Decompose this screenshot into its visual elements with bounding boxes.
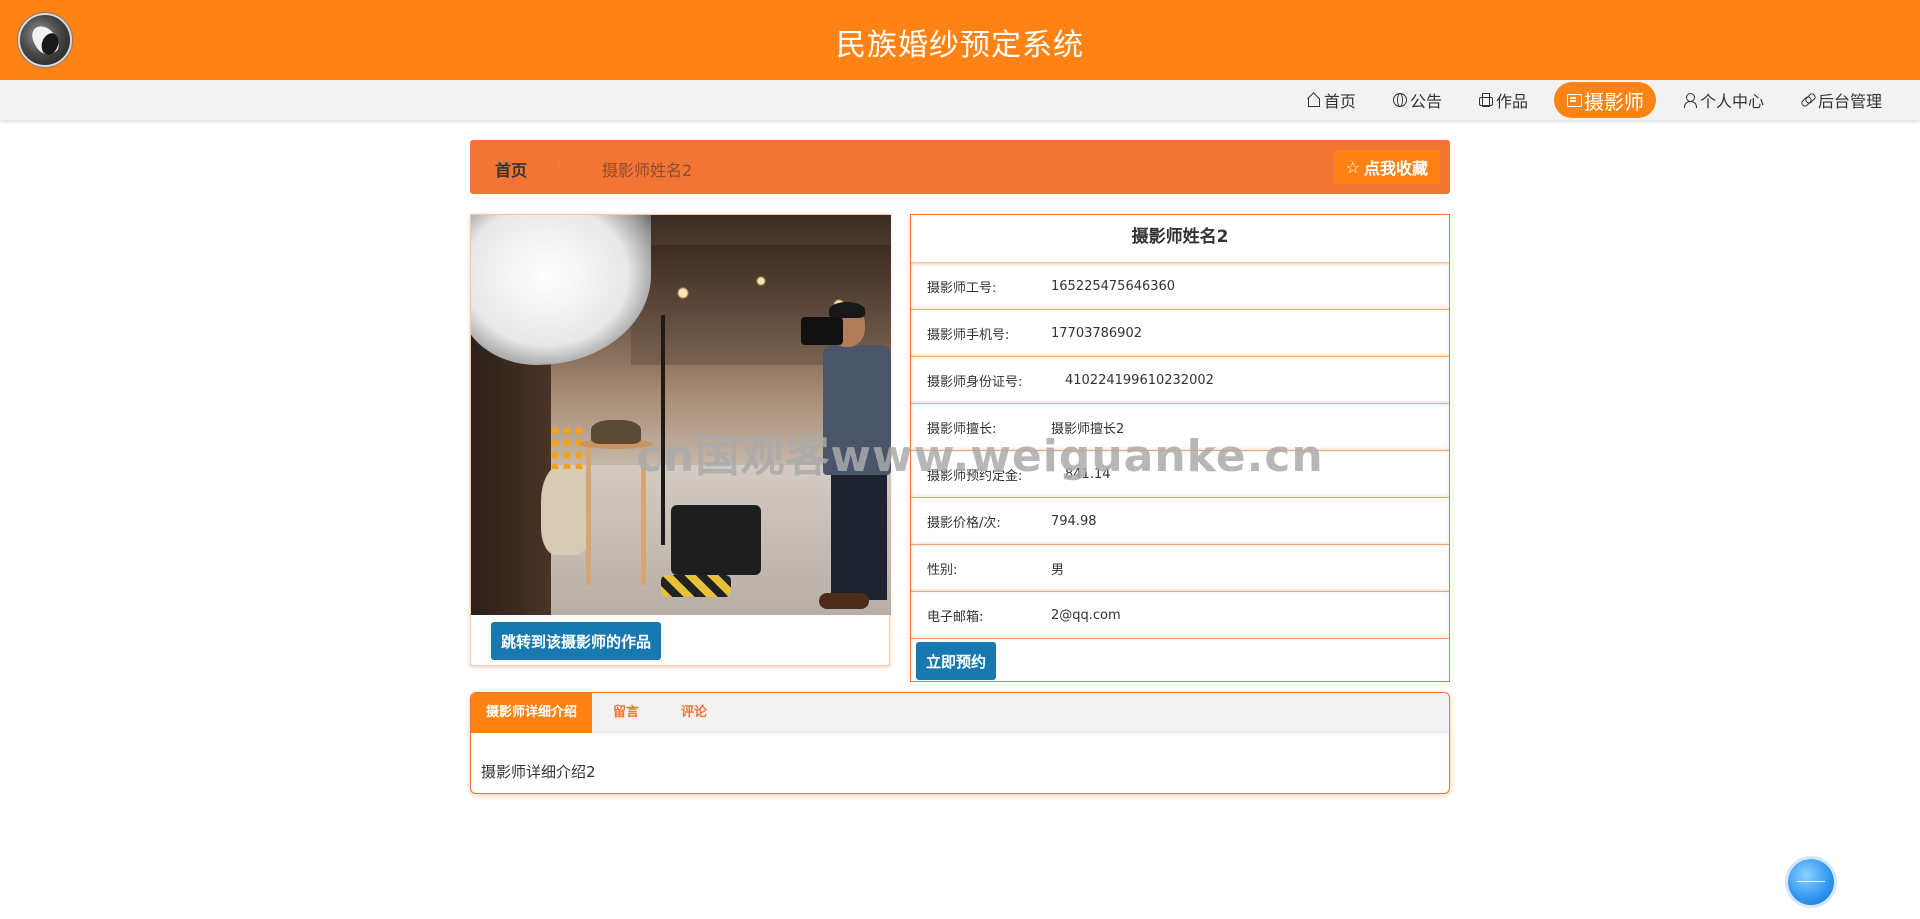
nav-label: 后台管理 [1817, 92, 1882, 111]
info-value: 165225475646360 [1051, 278, 1176, 294]
info-value: 841.14 [1065, 466, 1111, 482]
info-value: 17703786902 [1051, 325, 1142, 341]
info-label: 摄影师工号: [927, 280, 997, 296]
photographer-photo [471, 215, 891, 615]
view-works-button[interactable]: 跳转到该摄影师的作品 [491, 622, 662, 660]
tab-introduction[interactable]: 摄影师详细介绍 [471, 693, 593, 733]
star-icon: ☆ [1345, 157, 1360, 177]
info-value: 摄影师擅长2 [1051, 421, 1125, 437]
info-label: 摄影师身份证号: [927, 374, 1023, 390]
photo-panel: 跳转到该摄影师的作品 [470, 214, 891, 666]
info-value: 794.98 [1051, 513, 1097, 529]
tabs-panel: 摄影师详细介绍 留言 评论 摄影师详细介绍2 [470, 692, 1450, 794]
photographer-name: 摄影师姓名2 [911, 215, 1449, 263]
info-row-phone: 摄影师手机号: 17703786902 [911, 310, 1449, 357]
info-row-id: 摄影师工号: 165225475646360 [911, 263, 1449, 310]
card-icon [1566, 92, 1582, 108]
main-nav: 首页 公告 作品 摄影师 个人中心 后台管理 [1288, 80, 1900, 120]
info-value: 2@qq.com [1051, 607, 1121, 623]
info-label: 电子邮箱: [927, 609, 984, 625]
top-header: 民族婚纱预定系统 [0, 0, 1920, 80]
info-row-price: 摄影价格/次: 794.98 [911, 498, 1449, 545]
tab-messages[interactable]: 留言 [592, 693, 660, 733]
nav-label: 个人中心 [1699, 92, 1764, 111]
book-now-button[interactable]: 立即预约 [916, 642, 997, 680]
info-row-deposit: 摄影师预约定金: 841.14 [911, 451, 1449, 498]
tab-content: 摄影师详细介绍2 [481, 763, 596, 781]
print-icon [1478, 92, 1494, 108]
nav-item-photographer[interactable]: 摄影师 [1553, 82, 1656, 118]
nav-label: 公告 [1409, 92, 1442, 111]
nav-label: 首页 [1323, 92, 1356, 111]
detail-panel: 摄影师姓名2 摄影师工号: 165225475646360 摄影师手机号: 17… [910, 214, 1450, 682]
nav-label: 作品 [1495, 92, 1528, 111]
info-label: 摄影师擅长: [927, 421, 997, 437]
info-label: 性别: [927, 562, 958, 578]
tab-strip: 摄影师详细介绍 留言 评论 [471, 693, 1449, 733]
site-title: 民族婚纱预定系统 [836, 28, 1084, 63]
nav-item-works[interactable]: 作品 [1460, 82, 1546, 118]
info-label: 摄影价格/次: [927, 515, 1001, 531]
nav-bar: 首页 公告 作品 摄影师 个人中心 后台管理 [0, 80, 1920, 120]
home-icon [1306, 92, 1322, 108]
breadcrumb: 首页 / 摄影师姓名2 ☆ 点我收藏 [470, 140, 1450, 194]
info-row-idcard: 摄影师身份证号: 410224199610232002 [911, 357, 1449, 404]
globe-icon [1392, 92, 1408, 108]
favorite-button[interactable]: ☆ 点我收藏 [1333, 150, 1440, 184]
breadcrumb-separator: / [557, 157, 562, 173]
info-value: 410224199610232002 [1065, 372, 1214, 388]
info-label: 摄影师预约定金: [927, 468, 1023, 484]
tab-comments[interactable]: 评论 [660, 693, 728, 733]
info-row-email: 电子邮箱: 2@qq.com [911, 592, 1449, 639]
breadcrumb-current: 摄影师姓名2 [602, 161, 693, 180]
info-value: 男 [1051, 562, 1065, 578]
nav-item-notice[interactable]: 公告 [1374, 82, 1460, 118]
breadcrumb-home[interactable]: 首页 [495, 157, 527, 181]
nav-label: 摄影师 [1583, 89, 1644, 114]
user-icon [1682, 92, 1698, 108]
link-icon [1800, 92, 1816, 108]
info-row-specialty: 摄影师擅长: 摄影师擅长2 [911, 404, 1449, 451]
floating-action-button[interactable] [1788, 859, 1834, 905]
favorite-label: 点我收藏 [1363, 159, 1428, 178]
info-label: 摄影师手机号: [927, 327, 1010, 343]
nav-item-profile[interactable]: 个人中心 [1664, 82, 1782, 118]
info-row-gender: 性别: 男 [911, 545, 1449, 592]
nav-item-admin[interactable]: 后台管理 [1782, 82, 1900, 118]
nav-item-home[interactable]: 首页 [1288, 82, 1374, 118]
